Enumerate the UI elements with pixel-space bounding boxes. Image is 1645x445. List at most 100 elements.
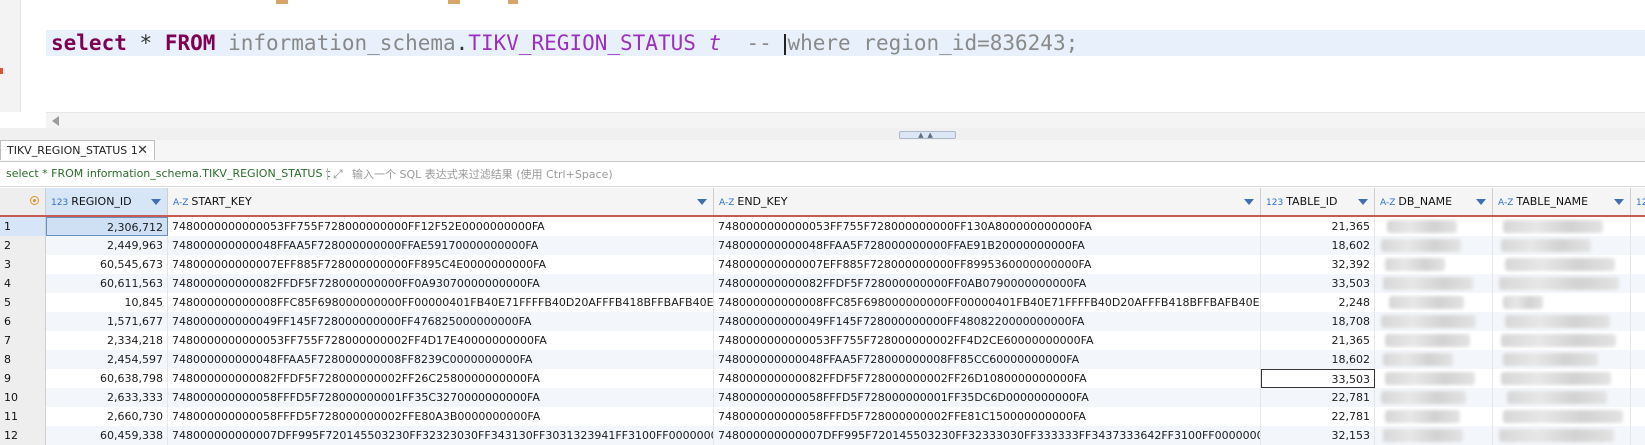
cell-table-name-redacted[interactable]: [1493, 312, 1631, 331]
column-header-next[interactable]: 12: [1631, 188, 1645, 215]
cell-table-id[interactable]: 22,781: [1261, 407, 1375, 426]
cell-db-name-redacted[interactable]: [1375, 407, 1493, 426]
cell-region-id[interactable]: 2,334,218: [46, 331, 168, 350]
grid-corner[interactable]: [0, 188, 46, 215]
column-header-table-id[interactable]: 123 TABLE_ID: [1261, 188, 1375, 215]
sort-arrow-icon[interactable]: [1476, 199, 1486, 205]
row-number[interactable]: 12: [0, 426, 46, 445]
cell-db-name-redacted[interactable]: [1375, 236, 1493, 255]
row-number[interactable]: 11: [0, 407, 46, 426]
cell-table-id[interactable]: 18,708: [1261, 312, 1375, 331]
cell-db-name-redacted[interactable]: [1375, 350, 1493, 369]
cell-end-key[interactable]: 748000000000082FFDF5F728000000000FF0AB07…: [714, 274, 1261, 293]
table-row[interactable]: 3 60,545,673 748000000000007EFF885F72800…: [0, 255, 1645, 274]
column-header-end-key[interactable]: A-Z END_KEY: [714, 188, 1261, 215]
scroll-left-icon[interactable]: [52, 116, 59, 126]
row-number[interactable]: 5: [0, 293, 46, 312]
cell-end-key[interactable]: 748000000000058FFFD5F728000000001FF35DC6…: [714, 388, 1261, 407]
cell-table-id[interactable]: 21,365: [1261, 217, 1375, 236]
cell-region-id[interactable]: 2,449,963: [46, 236, 168, 255]
cell-end-key[interactable]: 7480000000000053FF755F728000000000FF130A…: [714, 217, 1261, 236]
column-header-table-name[interactable]: A-Z TABLE_NAME: [1493, 188, 1631, 215]
cell-table-name-redacted[interactable]: [1493, 217, 1631, 236]
row-number[interactable]: 10: [0, 388, 46, 407]
cell-end-key[interactable]: 748000000000048FFAA5F728000000000FFAE91B…: [714, 236, 1261, 255]
cell-table-name-redacted[interactable]: [1493, 426, 1631, 445]
filter-input[interactable]: [352, 162, 1632, 186]
cell-end-key[interactable]: 748000000000049FF145F728000000000FF48082…: [714, 312, 1261, 331]
row-number[interactable]: 8: [0, 350, 46, 369]
column-header-region-id[interactable]: 123 REGION_ID: [46, 188, 168, 215]
cell-start-key[interactable]: 748000000000048FFAA5F728000000008FF8239C…: [168, 350, 714, 369]
cell-table-id[interactable]: 18,602: [1261, 350, 1375, 369]
cell-table-id[interactable]: 22,781: [1261, 388, 1375, 407]
cell-db-name-redacted[interactable]: [1375, 217, 1493, 236]
sort-arrow-icon[interactable]: [697, 199, 707, 205]
sort-arrow-icon[interactable]: [1244, 199, 1254, 205]
cell-table-name-redacted[interactable]: [1493, 293, 1631, 312]
cell-region-id[interactable]: 60,611,563: [46, 274, 168, 293]
sql-code-line[interactable]: select * FROM information_schema.TIKV_RE…: [51, 30, 1078, 56]
row-number[interactable]: 7: [0, 331, 46, 350]
column-header-db-name[interactable]: A-Z DB_NAME: [1375, 188, 1493, 215]
cell-db-name-redacted[interactable]: [1375, 293, 1493, 312]
table-row[interactable]: 4 60,611,563 748000000000082FFDF5F728000…: [0, 274, 1645, 293]
sort-arrow-icon[interactable]: [1614, 199, 1624, 205]
cell-start-key[interactable]: 748000000000007EFF885F728000000000FF895C…: [168, 255, 714, 274]
cell-end-key[interactable]: 748000000000007DFF995F720145503230FF3233…: [714, 426, 1261, 445]
sql-editor[interactable]: select * FROM information_schema.TIKV_RE…: [0, 0, 1645, 129]
cell-region-id[interactable]: 2,454,597: [46, 350, 168, 369]
row-number[interactable]: 4: [0, 274, 46, 293]
table-row[interactable]: 5 10,845 748000000000008FFC85F6980000000…: [0, 293, 1645, 312]
cell-end-key[interactable]: 748000000000007EFF885F728000000000FF8995…: [714, 255, 1261, 274]
cell-table-id[interactable]: 32,392: [1261, 255, 1375, 274]
cell-table-id[interactable]: 2,248: [1261, 293, 1375, 312]
cell-region-id[interactable]: 2,633,333: [46, 388, 168, 407]
cell-start-key[interactable]: 748000000000007DFF995F720145503230FF3232…: [168, 426, 714, 445]
cell-start-key[interactable]: 7480000000000053FF755F728000000002FF4D17…: [168, 331, 714, 350]
cell-table-name-redacted[interactable]: [1493, 369, 1631, 388]
cell-table-id[interactable]: 33,503: [1261, 369, 1375, 388]
cell-start-key[interactable]: 748000000000058FFFD5F728000000002FFE80A3…: [168, 407, 714, 426]
cell-end-key[interactable]: 748000000000082FFDF5F728000000002FF26D10…: [714, 369, 1261, 388]
cell-end-key[interactable]: 748000000000048FFAA5F728000000008FF85CC6…: [714, 350, 1261, 369]
close-icon[interactable]: ✕: [137, 141, 148, 161]
table-row[interactable]: 7 2,334,218 7480000000000053FF755F728000…: [0, 331, 1645, 350]
cell-table-name-redacted[interactable]: [1493, 274, 1631, 293]
cell-start-key[interactable]: 748000000000049FF145F728000000000FF47682…: [168, 312, 714, 331]
cell-start-key[interactable]: 7480000000000053FF755F728000000000FF12F5…: [168, 217, 714, 236]
row-number[interactable]: 9: [0, 369, 46, 388]
cell-db-name-redacted[interactable]: [1375, 312, 1493, 331]
cell-db-name-redacted[interactable]: [1375, 274, 1493, 293]
cell-db-name-redacted[interactable]: [1375, 255, 1493, 274]
table-row[interactable]: 12 60,459,338 748000000000007DFF995F7201…: [0, 426, 1645, 445]
table-row[interactable]: 1 2,306,712 7480000000000053FF755F728000…: [0, 217, 1645, 236]
cell-start-key[interactable]: 748000000000048FFAA5F728000000000FFAE591…: [168, 236, 714, 255]
cell-table-name-redacted[interactable]: [1493, 407, 1631, 426]
cell-start-key[interactable]: 748000000000082FFDF5F728000000002FF26C25…: [168, 369, 714, 388]
sort-arrow-icon[interactable]: [1358, 199, 1368, 205]
cell-table-name-redacted[interactable]: [1493, 236, 1631, 255]
cell-start-key[interactable]: 748000000000058FFFD5F728000000001FF35C32…: [168, 388, 714, 407]
row-number[interactable]: 6: [0, 312, 46, 331]
column-header-start-key[interactable]: A-Z START_KEY: [168, 188, 714, 215]
tab-results[interactable]: TIKV_REGION_STATUS 1 ✕: [0, 140, 155, 160]
cell-region-id[interactable]: 10,845: [46, 293, 168, 312]
collapse-handle-icon[interactable]: ▲▲: [899, 131, 956, 139]
cell-table-id[interactable]: 32,153: [1261, 426, 1375, 445]
table-row[interactable]: 2 2,449,963 748000000000048FFAA5F7280000…: [0, 236, 1645, 255]
cell-region-id[interactable]: 1,571,677: [46, 312, 168, 331]
cell-table-id[interactable]: 18,602: [1261, 236, 1375, 255]
expand-icon[interactable]: ⤢: [333, 162, 343, 186]
table-row[interactable]: 11 2,660,730 748000000000058FFFD5F728000…: [0, 407, 1645, 426]
cell-db-name-redacted[interactable]: [1375, 331, 1493, 350]
row-number[interactable]: 1: [0, 217, 46, 236]
cell-table-id[interactable]: 21,365: [1261, 331, 1375, 350]
cell-table-name-redacted[interactable]: [1493, 331, 1631, 350]
cell-start-key[interactable]: 748000000000082FFDF5F728000000000FF0A930…: [168, 274, 714, 293]
cell-region-id[interactable]: 60,459,338: [46, 426, 168, 445]
cell-region-id[interactable]: 2,660,730: [46, 407, 168, 426]
sort-arrow-icon[interactable]: [151, 199, 161, 205]
cell-region-id[interactable]: 2,306,712: [46, 217, 168, 236]
row-number[interactable]: 3: [0, 255, 46, 274]
